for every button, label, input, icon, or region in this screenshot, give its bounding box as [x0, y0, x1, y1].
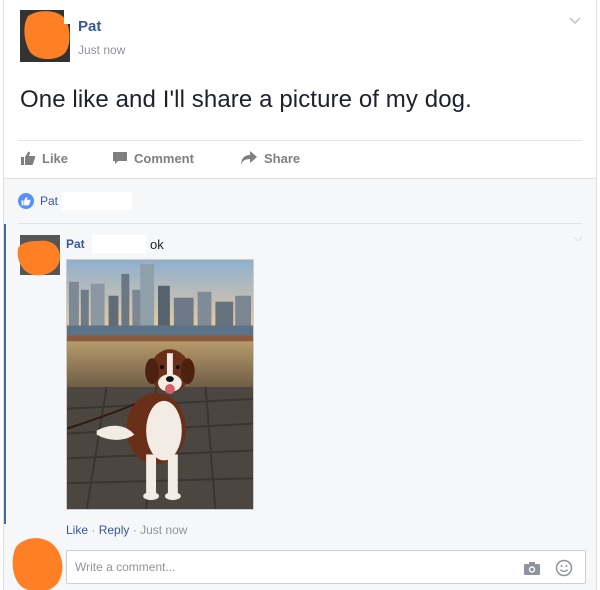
comment-options-icon[interactable]: [574, 237, 582, 241]
divider: [18, 140, 582, 141]
like-label: Like: [42, 150, 69, 166]
comment-like-link[interactable]: Like: [66, 523, 88, 537]
comment-text: ok: [150, 237, 164, 252]
comment-label: Comment: [134, 150, 194, 166]
current-user-avatar[interactable]: [10, 537, 64, 590]
post-author[interactable]: Pat: [78, 18, 101, 35]
camera-icon[interactable]: [523, 560, 541, 576]
meta-separator: ·: [132, 523, 137, 537]
likes-summary[interactable]: Pat: [18, 191, 133, 211]
comment-button[interactable]: Comment: [112, 149, 194, 167]
thumbs-up-icon: [21, 151, 36, 165]
share-button[interactable]: Share: [240, 149, 300, 167]
divider: [18, 223, 582, 224]
commenter-avatar[interactable]: [16, 235, 60, 277]
comment-reply-link[interactable]: Reply: [99, 523, 130, 537]
post-card: Pat Just now One like and I'll share a p…: [3, 0, 597, 590]
like-badge-icon: [18, 193, 34, 209]
post-timestamp[interactable]: Just now: [78, 43, 125, 57]
post-text: One like and I'll share a picture of my …: [20, 86, 472, 113]
meta-separator: ·: [91, 523, 96, 537]
comment-timestamp[interactable]: Just now: [140, 523, 187, 537]
comment-author[interactable]: Pat: [66, 237, 85, 251]
dog-photo[interactable]: [66, 259, 254, 510]
comments-section: Pat Pat ok Like · Reply · Just now Write…: [4, 178, 596, 590]
like-button[interactable]: Like: [20, 149, 68, 167]
comment-input[interactable]: [75, 560, 495, 574]
comment-highlight-rail: [4, 224, 6, 524]
likes-names[interactable]: Pat: [40, 194, 58, 208]
comment-composer[interactable]: [66, 550, 586, 584]
emoji-icon[interactable]: [555, 559, 573, 577]
chevron-down-icon[interactable]: [568, 14, 582, 28]
comment-icon: [113, 152, 127, 164]
share-arrow-icon: [241, 151, 257, 165]
redaction-block: [92, 235, 146, 253]
comment-meta: Like · Reply · Just now: [66, 523, 187, 537]
redaction-block: [62, 192, 133, 210]
author-avatar[interactable]: [20, 8, 70, 62]
share-label: Share: [264, 150, 301, 166]
